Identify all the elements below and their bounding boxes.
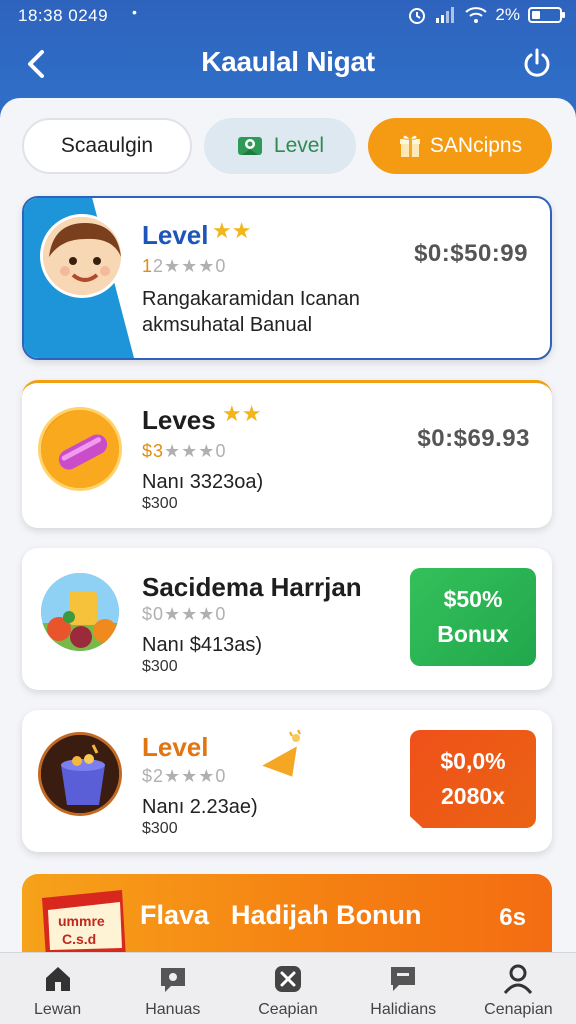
- badge-label: 2080x: [441, 783, 505, 809]
- chip-label: Scaaulgin: [60, 134, 154, 157]
- chip-label: Level: [273, 134, 325, 157]
- pill-icon: [41, 410, 119, 488]
- message-icon: [391, 967, 416, 991]
- home-icon: [45, 967, 70, 991]
- card-title: Level: [142, 220, 209, 250]
- title-stars: ★★: [222, 401, 261, 427]
- desc-line: akmsuhatal Banual: [142, 314, 313, 336]
- box-text: ummre: [58, 913, 105, 929]
- bonus-badge[interactable]: $0,0% 2080x: [410, 730, 536, 828]
- nav-item-lewan[interactable]: Lewan: [0, 953, 115, 1024]
- rating-text: $0★★★0: [142, 604, 227, 624]
- card-amount: $300: [142, 658, 178, 675]
- card-amount: $300: [142, 495, 178, 512]
- reward-card[interactable]: Level ★★ 12★★★0 $0:$50:99 Rangakaramidan…: [22, 196, 552, 360]
- status-time: 18:38 0249: [18, 6, 109, 25]
- map-pin-icon: [237, 137, 262, 155]
- promo-count: 6s: [499, 904, 526, 931]
- food-basket-icon: [41, 573, 119, 651]
- chip-search[interactable]: Scaaulgin: [22, 118, 192, 174]
- chip-label: SANcipns: [429, 134, 523, 157]
- nav-label: Cenapian: [484, 1001, 553, 1018]
- card-title: Sacidema Harrjan: [142, 572, 362, 602]
- avatar: [38, 732, 122, 816]
- reward-card[interactable]: Sacidema Harrjan $0★★★0 Nanı $413as) $30…: [22, 548, 552, 690]
- battery-fill: [532, 11, 540, 19]
- rating-number: $3: [142, 441, 165, 461]
- bottom-nav: Lewan Hanuas Ceapian Halidians Cenapian: [0, 952, 576, 1024]
- star-icon: ★: [231, 218, 252, 243]
- status-dot: •: [132, 4, 137, 20]
- battery-icon: [528, 7, 565, 23]
- avatar: [38, 407, 122, 491]
- status-bar: 18:38 0249 • 2%: [0, 0, 576, 32]
- profile-icon: [504, 964, 533, 994]
- avatar: [38, 570, 122, 654]
- card-subtitle: Nanı 3323oa): [142, 471, 264, 493]
- promo-text: Flava Hadijah Bonun: [140, 900, 422, 931]
- reward-card[interactable]: Leves ★★ $3★★★0 $0:$69.93 Nanı 3323oa) $…: [22, 380, 552, 528]
- nav-label: Hanuas: [145, 1001, 201, 1018]
- bonus-badge[interactable]: $50% Bonux: [410, 568, 536, 666]
- badge-label: Bonux: [437, 621, 509, 647]
- rating-text: $2★★★0: [142, 766, 227, 786]
- rating-text: 2★★★0: [153, 256, 227, 276]
- rating-number: 1: [142, 256, 154, 276]
- page-title: Kaaulal Nigat: [201, 46, 375, 77]
- wifi-icon: [465, 7, 488, 23]
- card-rating: $2★★★0: [142, 766, 226, 787]
- nav-label: Lewan: [34, 1001, 82, 1018]
- avatar: [40, 214, 124, 298]
- card-price: $0:$69.93: [417, 425, 530, 452]
- chip-sancipns[interactable]: SANcipns: [368, 118, 552, 174]
- nav-label: Ceapian: [258, 1001, 318, 1018]
- card-title: Level: [142, 732, 209, 762]
- power-icon[interactable]: [520, 46, 554, 80]
- star-icon: ★: [241, 401, 262, 426]
- reward-card[interactable]: Level $2★★★0 Nanı 2.23ae) $300 $0,0% 208…: [22, 710, 552, 852]
- promo-text-right: Hadijah Bonun: [231, 900, 422, 930]
- gift-icon: [399, 134, 420, 157]
- title-stars: ★★: [212, 218, 251, 244]
- alarm-icon: [409, 8, 426, 24]
- app-header: Kaaulal Nigat: [0, 34, 576, 94]
- star-icon: ★: [222, 401, 242, 426]
- card-rating: $3★★★0: [142, 441, 226, 462]
- card-price: $0:$50:99: [414, 240, 528, 267]
- rating-text: ★★★0: [164, 441, 227, 461]
- box-text: C.s.d: [62, 931, 96, 947]
- battery-percent: 2%: [495, 5, 520, 24]
- card-rating: 12★★★0: [142, 256, 226, 277]
- popcorn-box-icon: ummre C.s.d: [42, 890, 126, 954]
- badge-percent: $50%: [443, 586, 503, 612]
- shuffle-icon: [275, 966, 301, 992]
- nav-item-hanuas[interactable]: Hanuas: [115, 953, 230, 1024]
- chat-icon: [160, 968, 185, 992]
- nav-item-ceapian[interactable]: Ceapian: [230, 953, 345, 1024]
- signal-icon: [436, 7, 455, 23]
- card-subtitle: Nanı 2.23ae): [142, 796, 258, 818]
- card-description: Rangakaramidan Icanan akmsuhatal Banual: [142, 286, 360, 338]
- nav-label: Halidians: [370, 1001, 437, 1018]
- party-hat-icon: [262, 729, 301, 777]
- nav-item-cenapian[interactable]: Cenapian: [461, 953, 576, 1024]
- card-rating: $0★★★0: [142, 604, 226, 625]
- card-amount: $300: [142, 820, 178, 837]
- nav-item-halidians[interactable]: Halidians: [346, 953, 461, 1024]
- card-title: Leves: [142, 405, 216, 435]
- desc-line: Rangakaramidan Icanan: [142, 288, 360, 310]
- badge-percent: $0,0%: [440, 748, 506, 774]
- chip-level[interactable]: Level: [204, 118, 356, 174]
- status-right: 2%: [407, 5, 565, 25]
- bucket-icon: [41, 735, 119, 813]
- promo-text-left: Flava: [140, 900, 210, 930]
- star-icon: ★: [212, 218, 232, 243]
- card-subtitle: Nanı $413as): [142, 634, 263, 656]
- promo-banner[interactable]: ummre C.s.d Flava Hadijah Bonun 6s: [22, 874, 552, 954]
